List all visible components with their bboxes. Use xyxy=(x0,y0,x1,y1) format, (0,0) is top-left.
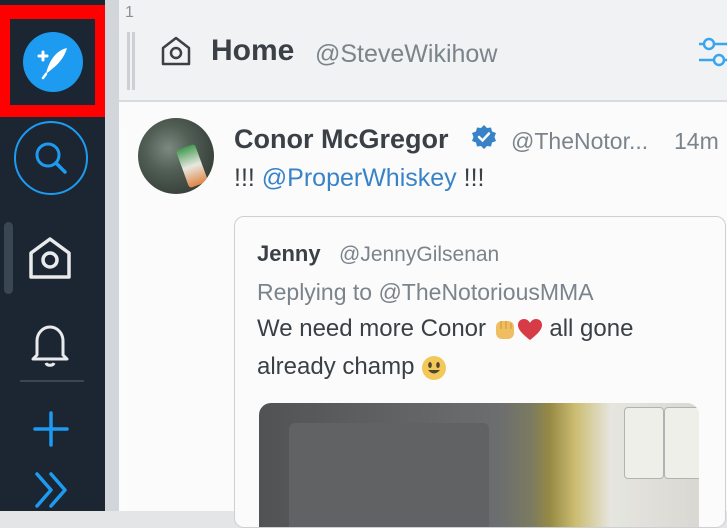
raised-fist-emoji-icon xyxy=(495,320,514,339)
compose-highlight-box xyxy=(0,5,105,117)
column-header: 1 Home @SteveWikihow xyxy=(119,0,727,102)
expand-sidebar-button[interactable] xyxy=(25,466,77,514)
tweet-mention-link[interactable]: @ProperWhiskey xyxy=(262,164,457,192)
quoted-tweet[interactable]: Jenny @JennyGilsenan Replying to @TheNot… xyxy=(234,216,726,528)
home-column: 1 Home @SteveWikihow Conor McGregor @The… xyxy=(119,0,727,528)
compose-button[interactable] xyxy=(22,32,83,92)
sidebar xyxy=(0,0,105,511)
quoted-text-line1: We need more Conor all gone xyxy=(257,315,633,343)
tweet-text: !!! @ProperWhiskey !!! xyxy=(234,164,484,193)
avatar[interactable] xyxy=(138,118,214,194)
tweet-author-name[interactable]: Conor McGregor xyxy=(234,124,449,155)
verified-badge-icon xyxy=(472,125,496,149)
red-heart-emoji-icon xyxy=(517,318,542,340)
notifications-button[interactable] xyxy=(22,316,78,372)
quoted-text-line2-text: already champ xyxy=(257,353,422,380)
quoted-author-handle: @JennyGilsenan xyxy=(339,243,500,266)
quoted-replying-to: Replying to @TheNotoriousMMA xyxy=(257,279,594,305)
grinning-face-emoji-icon xyxy=(422,355,447,380)
quoted-media-image[interactable] xyxy=(259,403,699,527)
tweet-text-suffix: !!! xyxy=(456,164,485,192)
tweet-text-prefix: !!! xyxy=(234,164,262,192)
home-button[interactable] xyxy=(22,230,78,286)
sidebar-divider xyxy=(20,380,84,382)
avatar-flag xyxy=(175,143,209,189)
search-icon xyxy=(35,142,67,174)
tweet-timestamp[interactable]: 14m xyxy=(674,128,719,155)
quoted-text-line1-suffix: all gone xyxy=(542,315,634,342)
add-column-button[interactable] xyxy=(25,403,77,455)
quoted-text-line1-prefix: We need more Conor xyxy=(257,315,493,342)
column-account-handle: @SteveWikihow xyxy=(315,40,498,68)
column-settings-icon[interactable] xyxy=(699,32,727,72)
column-number: 1 xyxy=(125,4,134,21)
compose-container xyxy=(10,19,95,105)
column-edge xyxy=(105,0,119,511)
tweet-author-handle[interactable]: @TheNotor... xyxy=(511,128,648,155)
bell-icon xyxy=(31,325,69,367)
plus-icon xyxy=(33,411,69,447)
column-title: Home xyxy=(211,34,295,67)
media-bottle-shape xyxy=(664,407,699,479)
quoted-text-line2: already champ xyxy=(257,353,447,381)
search-button[interactable] xyxy=(14,121,88,195)
media-bottle-shape xyxy=(624,407,664,479)
media-screen-shape xyxy=(289,423,489,527)
column-home-icon xyxy=(161,36,191,66)
home-icon xyxy=(29,237,71,279)
compose-feather-icon xyxy=(37,48,67,80)
column-drag-handle[interactable] xyxy=(127,32,135,90)
chevron-double-right-icon xyxy=(35,472,67,508)
sidebar-scrollbar[interactable] xyxy=(4,222,13,294)
quoted-author-name: Jenny xyxy=(257,241,321,266)
